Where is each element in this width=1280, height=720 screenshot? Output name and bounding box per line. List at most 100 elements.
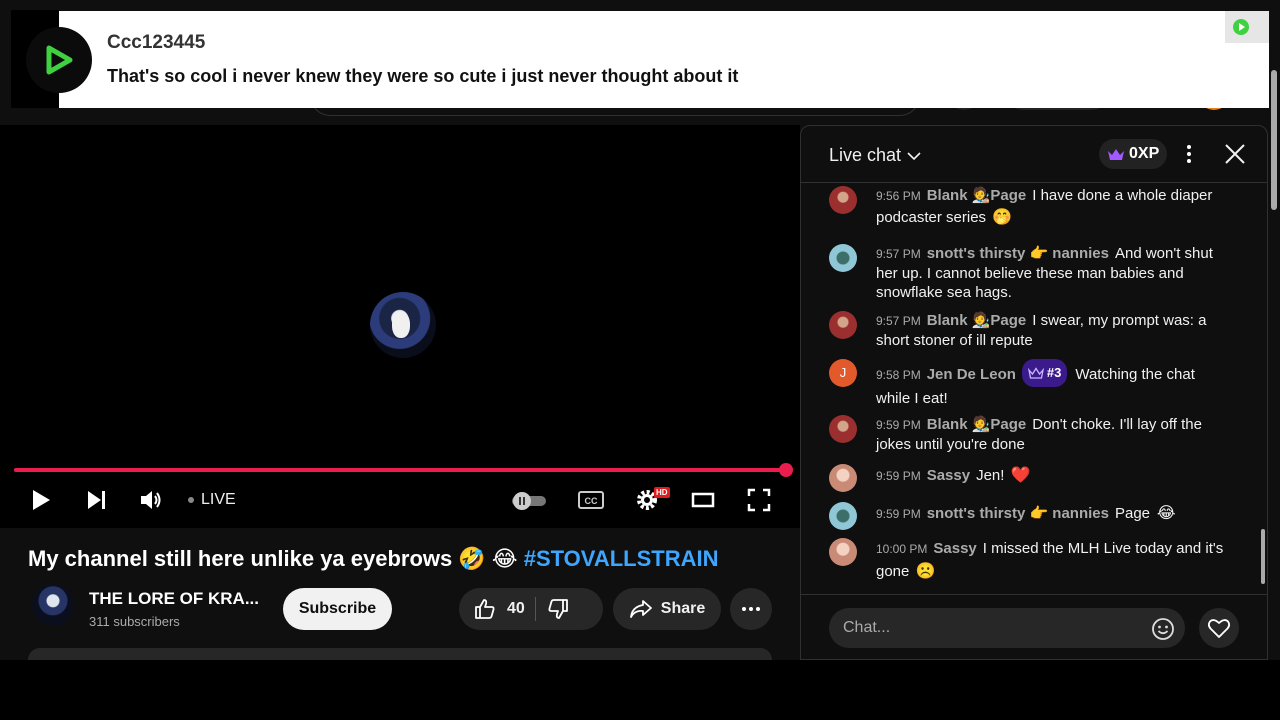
message-author[interactable]: Jen De Leon <box>927 366 1016 383</box>
message-time: 9:59 PM <box>876 506 921 521</box>
description-box[interactable] <box>28 648 772 660</box>
chat-message-list[interactable]: 9:56 PM Blank 🧑‍🎨Page I have done a whole … <box>801 184 1259 594</box>
chat-scrollbar[interactable] <box>1259 184 1267 594</box>
message-time: 9:56 PM <box>876 189 921 203</box>
message-author[interactable]: Blank 🧑‍🎨Page <box>927 416 1027 433</box>
notification-username: Ccc123445 <box>107 32 206 53</box>
heart-emoji: ❤️ <box>1010 467 1031 484</box>
chat-menu-button[interactable] <box>1179 142 1199 166</box>
chat-message: 9:56 PM Blank 🧑‍🎨Page I have done a whole … <box>829 186 1229 230</box>
reaction-button[interactable] <box>1199 608 1239 648</box>
author-avatar[interactable] <box>829 464 857 492</box>
message-author[interactable]: snott's thirsty 👉 nannies <box>927 505 1109 522</box>
message-author[interactable]: Blank 🧑‍🎨Page <box>927 312 1027 329</box>
pause-toggle-icon <box>512 492 546 510</box>
message-author[interactable]: snott's thirsty 👉 nannies <box>927 245 1109 262</box>
subscribe-button[interactable]: Subscribe <box>283 588 392 630</box>
captions-button[interactable]: CC <box>576 483 606 517</box>
live-dot <box>188 497 194 503</box>
message-text: Page <box>1114 504 1151 522</box>
message-author[interactable]: Blank 🧑‍🎨Page <box>927 187 1027 204</box>
live-indicator[interactable]: LIVE <box>188 491 236 509</box>
author-avatar[interactable] <box>829 311 857 339</box>
theater-icon <box>691 492 715 508</box>
message-time: 9:59 PM <box>876 418 921 432</box>
chat-notification-banner: Ccc123445 That's so cool i never knew th… <box>59 11 1269 108</box>
like-button[interactable]: 40 <box>473 597 525 621</box>
cc-icon: CC <box>578 491 604 509</box>
play-button[interactable] <box>26 483 56 517</box>
like-count: 40 <box>507 600 525 617</box>
message-author[interactable]: Sassy <box>933 540 976 557</box>
autoplay-toggle[interactable] <box>508 483 550 517</box>
author-avatar[interactable] <box>829 502 857 530</box>
chat-message: 9:59 PM Blank 🧑‍🎨Page Don't choke. I'll la… <box>829 415 1229 454</box>
chat-message: 9:59 PM Sassy Jen! ❤️ <box>829 464 1229 492</box>
xp-value: 0XP <box>1129 145 1160 162</box>
video-player[interactable]: LIVE CC HD <box>0 125 800 528</box>
video-title-text: My channel still here unlike ya eyebrows… <box>28 546 524 571</box>
author-avatar[interactable] <box>829 186 857 214</box>
close-icon <box>1225 144 1245 164</box>
member-rank-badge: #3 <box>1021 359 1068 387</box>
share-button[interactable]: Share <box>613 588 721 630</box>
live-chat-panel: Live chat 0XP 9:56 PM Blank 🧑‍🎨Page I have… <box>800 125 1268 660</box>
page-scroll-thumb[interactable] <box>1271 70 1277 210</box>
crown-outline-icon <box>1027 367 1044 379</box>
hd-badge: HD <box>654 487 670 498</box>
laughing-emoji: 😂 <box>1156 505 1176 522</box>
svg-text:CC: CC <box>585 496 598 506</box>
hashtag-link[interactable]: #STOVALLSTRAIN <box>524 546 719 571</box>
author-avatar[interactable] <box>829 538 857 566</box>
heart-icon <box>1207 619 1231 638</box>
message-text: Don't choke. I'll lay off the jokes unti… <box>876 416 1202 453</box>
chat-mode-dropdown[interactable]: Live chat <box>829 145 921 166</box>
volume-icon <box>141 491 161 509</box>
more-actions-button[interactable] <box>730 588 772 630</box>
video-title: My channel still here unlike ya eyebrows… <box>28 546 718 572</box>
stream-avatar-image <box>370 292 436 358</box>
page-scrollbar[interactable] <box>1268 60 1280 660</box>
chat-title: Live chat <box>829 145 902 165</box>
chat-input[interactable] <box>829 608 1185 648</box>
subscriber-count: 311 subscribers <box>89 614 180 629</box>
chat-input-area <box>801 594 1267 661</box>
theater-mode-button[interactable] <box>688 483 718 517</box>
fullscreen-button[interactable] <box>744 483 774 517</box>
play-icon <box>33 490 50 510</box>
next-icon <box>88 491 105 509</box>
message-author[interactable]: Sassy <box>927 467 970 484</box>
xp-badge[interactable]: 0XP <box>1099 139 1168 169</box>
chat-message: 9:57 PM Blank 🧑‍🎨Page I swear, my prompt w… <box>829 311 1229 350</box>
share-icon <box>629 600 652 618</box>
message-text: I swear, my prompt was: a short stoner o… <box>876 312 1207 349</box>
author-avatar[interactable]: J <box>829 359 857 387</box>
author-avatar[interactable] <box>829 244 857 272</box>
thumbs-down-icon <box>548 599 568 619</box>
chevron-down-icon <box>907 151 921 160</box>
scrubber-knob[interactable] <box>779 463 793 477</box>
frowning-emoji: ☹️ <box>915 563 936 580</box>
dislike-button[interactable] <box>546 597 570 621</box>
close-chat-button[interactable] <box>1221 140 1249 168</box>
youtube-live-page: { "notification": { "username": "Ccc1234… <box>0 0 1280 720</box>
more-horizontal-icon <box>742 607 760 611</box>
message-time: 9:57 PM <box>876 247 921 261</box>
share-label: Share <box>660 600 706 617</box>
emoji: 🤭 <box>992 209 1013 226</box>
chat-message: J 9:58 PM Jen De Leon #3 Watching the chat … <box>829 359 1229 411</box>
chat-message: 9:59 PM snott's thirsty 👉 nannies Page 😂 <box>829 502 1229 530</box>
author-avatar[interactable] <box>829 415 857 443</box>
progress-bar[interactable] <box>14 468 786 472</box>
message-text: Jen! <box>976 466 1005 484</box>
chat-header: Live chat 0XP <box>801 126 1267 183</box>
volume-button[interactable] <box>136 483 166 517</box>
channel-avatar[interactable] <box>32 584 74 626</box>
chat-message: 9:57 PM snott's thirsty 👉 nannies And won'… <box>829 244 1229 302</box>
smiley-icon <box>1152 618 1174 640</box>
channel-name[interactable]: THE LORE OF KRA... <box>89 589 259 609</box>
chat-scroll-thumb[interactable] <box>1261 529 1265 584</box>
next-button[interactable] <box>82 483 112 517</box>
emoji-picker-button[interactable] <box>1151 617 1175 641</box>
message-time: 10:00 PM <box>876 542 928 556</box>
